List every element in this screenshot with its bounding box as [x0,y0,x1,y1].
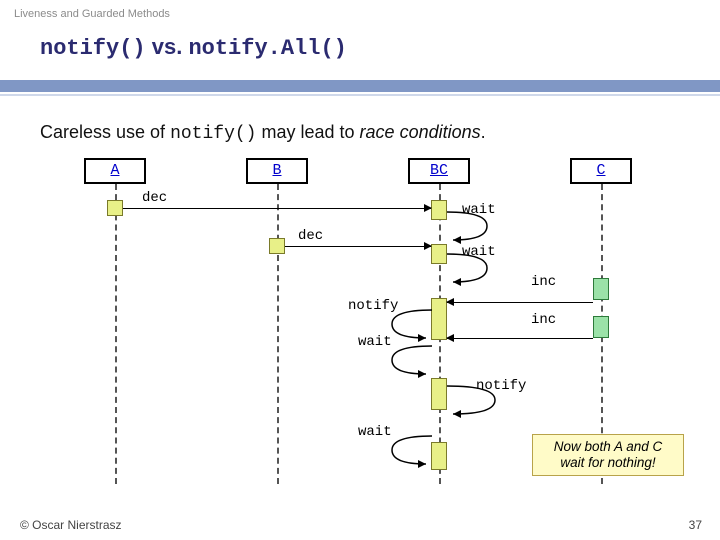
caption-pre: Careless use of [40,122,170,142]
caption-code: notify() [170,124,256,144]
act-b-dec [269,238,285,254]
sequence-diagram: A B BC C dec wait dec [0,150,720,490]
act-bc-1 [431,200,447,220]
slide-root: Liveness and Guarded Methods notify() vs… [0,0,720,540]
label-wait-4: wait [358,424,392,440]
act-c-inc2 [593,316,609,338]
author: © Oscar Nierstrasz [20,518,122,532]
slide-title: notify() vs. notify.All() [40,34,347,61]
selfcall-bc-wait3 [388,342,434,378]
lane-c: C [570,158,632,184]
preheader: Liveness and Guarded Methods [14,8,170,20]
act-c-inc1 [593,278,609,300]
note-line-1: Now both A and C [541,439,675,455]
label-dec-a: dec [142,190,167,206]
lane-a: A [84,158,146,184]
page-number: 37 [689,518,702,532]
note: Now both A and C wait for nothing! [532,434,684,476]
note-line-2: wait for nothing! [541,455,675,471]
lane-b: B [246,158,308,184]
divider [0,80,720,100]
title-vs: vs. [146,34,189,59]
act-bc-4 [431,378,447,410]
caption-mid: may lead to [256,122,359,142]
label-wait-3: wait [358,334,392,350]
label-wait-2: wait [462,244,496,260]
act-bc-2 [431,244,447,264]
act-a-dec [107,200,123,216]
label-notify-2: notify [476,378,526,394]
title-code-a: notify() vs. notify.All() [40,36,347,61]
lifeline-b [277,184,279,484]
lane-bc: BC [408,158,470,184]
label-inc-1: inc [531,274,556,290]
caption-post: . [481,122,486,142]
label-dec-b: dec [298,228,323,244]
title-code-b: notify.All() [188,36,346,61]
selfcall-bc-wait4 [388,432,434,468]
caption: Careless use of notify() may lead to rac… [40,122,486,144]
lifeline-a [115,184,117,484]
caption-em: race conditions [360,122,481,142]
selfcall-bc-notify1 [388,306,434,342]
label-wait-1: wait [462,202,496,218]
label-inc-2: inc [531,312,556,328]
